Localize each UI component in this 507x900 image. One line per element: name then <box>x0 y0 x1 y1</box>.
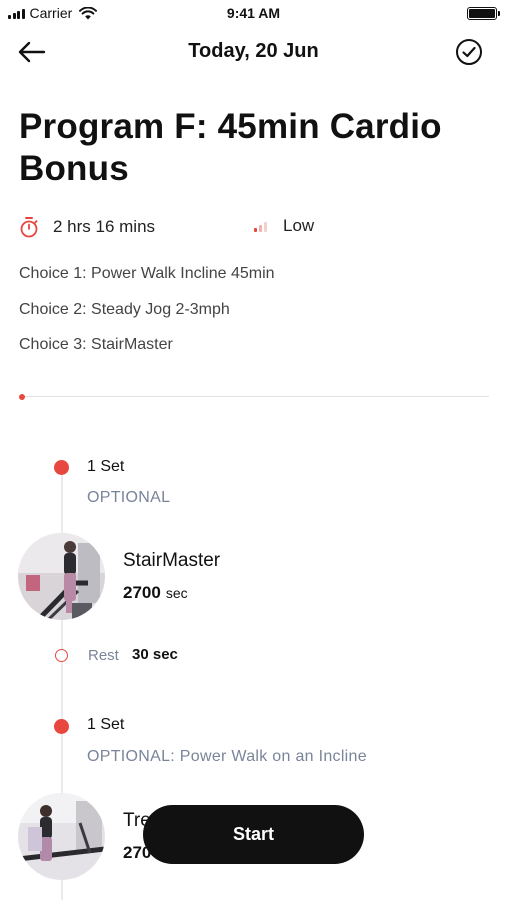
check-circle-icon <box>456 39 482 65</box>
rest-value: 30 sec <box>132 646 178 663</box>
program-meta: 2 hrs 16 mins Low <box>19 216 489 242</box>
rest-dot <box>55 649 68 662</box>
program-duration: 2 hrs 16 mins <box>19 216 155 238</box>
level-label: Low <box>283 216 315 235</box>
set-label: 1 Set <box>87 458 125 475</box>
status-time: 9:41 AM <box>226 5 281 21</box>
battery-icon <box>467 7 500 20</box>
intensity-bars-icon <box>254 220 267 232</box>
rest-label: Rest <box>88 647 119 664</box>
nav-bar: Today, 20 Jun <box>0 28 507 76</box>
status-bar: Carrier 9:41 AM <box>0 0 507 26</box>
set-note: OPTIONAL <box>87 489 171 506</box>
exercise-thumbnail-stairmaster[interactable] <box>18 533 105 620</box>
complete-button[interactable] <box>455 38 483 66</box>
choice-2: Choice 2: Steady Jog 2-3mph <box>19 301 230 318</box>
exercise-thumbnail-treadmill[interactable] <box>18 793 105 880</box>
progress-indicator <box>19 394 25 400</box>
set-dot <box>54 460 69 475</box>
set-dot <box>54 719 69 734</box>
stopwatch-icon <box>20 217 38 238</box>
program-level: Low <box>254 216 314 236</box>
progress-track <box>21 396 489 397</box>
start-button[interactable]: Start <box>143 805 364 864</box>
nav-title: Today, 20 Jun <box>188 40 319 62</box>
choice-1: Choice 1: Power Walk Incline 45min <box>19 265 275 282</box>
set-note: OPTIONAL: Power Walk on an Incline <box>87 748 367 765</box>
exercise-duration: 2700 sec <box>123 583 188 603</box>
program-title: Program F: 45min Cardio Bonus <box>19 107 442 188</box>
exercise-name: StairMaster <box>123 550 221 571</box>
duration-value: 2700 <box>123 583 161 602</box>
choice-3: Choice 3: StairMaster <box>19 336 173 353</box>
duration-unit: sec <box>165 585 188 601</box>
set-label: 1 Set <box>87 716 125 733</box>
duration-label: 2 hrs 16 mins <box>53 217 156 236</box>
